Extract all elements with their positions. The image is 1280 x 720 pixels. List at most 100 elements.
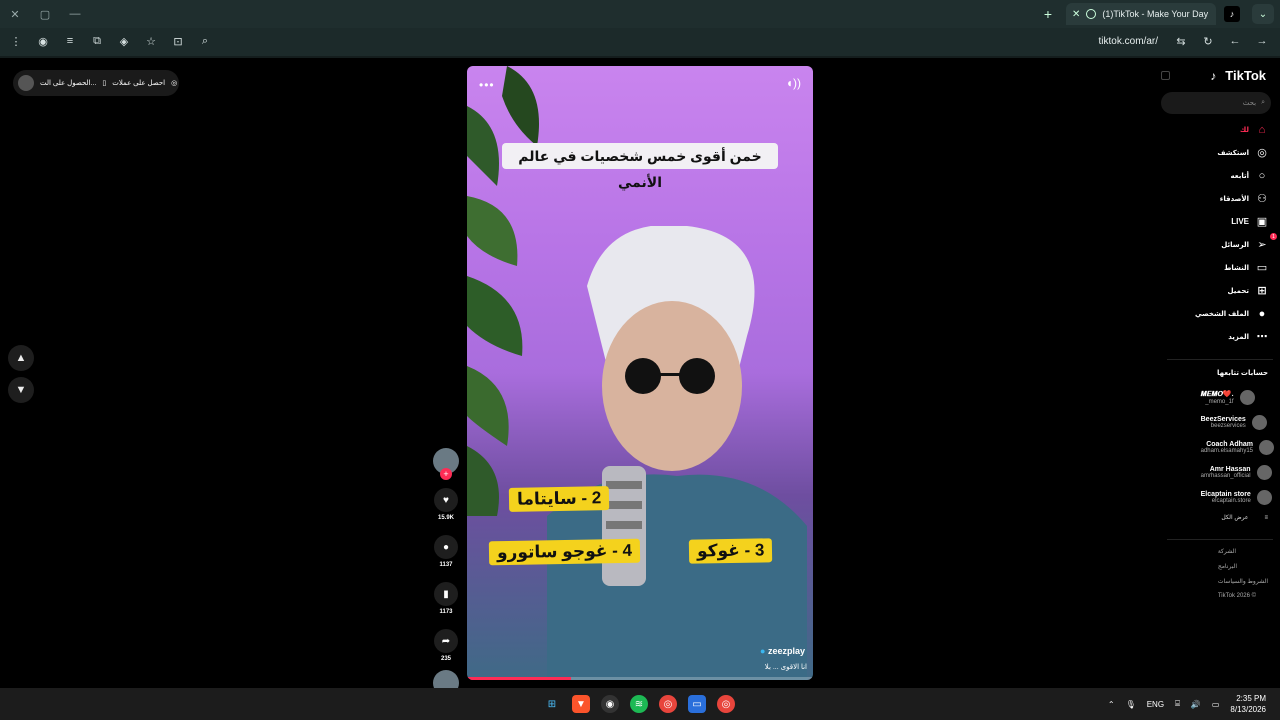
share-arrow-icon[interactable]: ➦	[434, 629, 458, 653]
promo-right-text[interactable]: احصل على عملات	[112, 79, 165, 87]
avatar	[1259, 440, 1274, 455]
video-more-icon[interactable]: •••	[479, 78, 495, 92]
chrome-icon[interactable]: ◎	[659, 695, 677, 713]
search-icon[interactable]: ⌕	[1261, 99, 1265, 107]
compass-icon: ◎	[1257, 147, 1267, 159]
following-item[interactable]: Amr Hassan amrhassan_official	[1201, 463, 1274, 482]
upload-icon: ⊞	[1257, 285, 1267, 297]
show-all-label[interactable]: عرض الكل	[1221, 514, 1248, 521]
sidebar-item-label: الأصدقاء	[1219, 195, 1249, 203]
extensions-icon[interactable]: ⧉	[89, 33, 105, 49]
sidebar-item-label: تحميل	[1227, 287, 1249, 295]
media-control-icon[interactable]: ≡	[62, 33, 78, 49]
sidebar-menu: ⌂ لك ◎ استكشف ○ أتابعه ⚇ الأصدقاء ▣ LIVE ➢ الرسائل ▭…	[1195, 122, 1269, 344]
following-item[interactable]: BeezServices beezservices	[1201, 413, 1274, 432]
battery-icon[interactable]: ▭	[1212, 700, 1220, 709]
tiktok-logo[interactable]: ♪ TikTok	[1210, 68, 1266, 83]
reload-icon[interactable]: ↻	[1200, 33, 1216, 49]
extension-badge-icon[interactable]: ◈	[116, 33, 132, 49]
next-video-button[interactable]: ▼	[8, 377, 34, 403]
following-names: 𝑴𝑬𝑴𝑶❤️. _memo_1f	[1201, 390, 1234, 405]
chrome-profile-icon[interactable]: ◎	[717, 695, 735, 713]
sidebar-item-home[interactable]: ⌂ لك	[1240, 122, 1269, 137]
install-app-icon[interactable]: ⊡	[170, 33, 186, 49]
address-bar[interactable]: tiktok.com/ar/	[1099, 36, 1158, 47]
spotify-icon[interactable]: ≋	[630, 695, 648, 713]
author-name[interactable]: zeezplay	[768, 646, 805, 656]
brave-browser-icon[interactable]: ▼	[572, 695, 590, 713]
activity-icon: ▭	[1256, 262, 1268, 274]
bookmark-icon[interactable]: ▮	[434, 582, 458, 606]
person-figure	[547, 226, 807, 680]
video-progress-fill	[467, 677, 571, 680]
microphone-icon[interactable]: 🎙	[1126, 700, 1136, 709]
following-item[interactable]: Coach Adham adham.elsamahy15	[1201, 438, 1274, 457]
following-item[interactable]: 𝑴𝑬𝑴𝑶❤️. _memo_1f	[1201, 388, 1274, 407]
show-all-button[interactable]: ≡ عرض الكل	[1221, 514, 1268, 522]
following-item[interactable]: Elcaptain store elcaptain.store	[1201, 488, 1274, 507]
video-player[interactable]: خمن أقوى خمس شخصيات في عالم الأنمي 2 - س…	[467, 66, 813, 680]
bookmark-star-icon[interactable]: ☆	[143, 33, 159, 49]
video-author[interactable]: ● zeezplay	[760, 646, 805, 656]
creator-avatar[interactable]: +	[433, 448, 459, 480]
tab-search-chevron-icon[interactable]: ⌄	[1252, 4, 1274, 24]
profile-icon[interactable]: ◉	[35, 33, 51, 49]
following-username: beezservices	[1210, 423, 1246, 429]
language-indicator[interactable]: ENG	[1147, 700, 1164, 709]
sidebar-divider	[1167, 359, 1273, 360]
sidebar-item-send[interactable]: ➢ الرسائل	[1221, 237, 1269, 252]
following-names: Amr Hassan amrhassan_official	[1201, 466, 1251, 479]
minimize-icon[interactable]: —	[60, 0, 90, 28]
home-icon: ⌂	[1258, 123, 1266, 136]
back-icon[interactable]: →	[1254, 33, 1270, 49]
windows-taskbar: ⊞ ▼ ◉ ≋ ◎ ▭ ◎ ⌃ 🎙 ENG ⌸ 🔊 ▭ 2:35 PM 8/13…	[0, 688, 1280, 720]
sidebar-item-live[interactable]: ▣ LIVE	[1231, 214, 1269, 229]
sidebar-item-profile[interactable]: ● الملف الشخصي	[1195, 306, 1269, 321]
footer-link[interactable]: البرنامج	[1218, 563, 1237, 570]
like-heart-icon[interactable]: ♥	[434, 488, 458, 512]
file-explorer-icon[interactable]: ▭	[688, 695, 706, 713]
sidebar-item-friends[interactable]: ⚇ الأصدقاء	[1220, 191, 1269, 206]
sidebar-item-compass[interactable]: ◎ استكشف	[1217, 145, 1269, 160]
action-rail: + ♥ 15.9K ● 1137 ▮ 1173 ➦ 235	[432, 448, 460, 696]
tray-chevron-icon[interactable]: ⌃	[1108, 700, 1115, 709]
sidebar-item-activity[interactable]: ▭ النشاط	[1224, 260, 1269, 275]
avatar	[1256, 490, 1272, 505]
live-icon: ▣	[1256, 216, 1268, 228]
promo-pill[interactable]: الحصول على الت... ▯ احصل على عملات ◎	[13, 70, 179, 96]
collapse-sidebar-icon[interactable]	[1161, 71, 1170, 80]
clock[interactable]: 2:35 PM 8/13/2026	[1230, 693, 1266, 715]
volume-icon[interactable]: 🔊	[1191, 700, 1201, 709]
search-input[interactable]: ⌕ بحث	[1161, 92, 1271, 114]
site-settings-icon[interactable]: ⇆	[1173, 33, 1189, 49]
comment-icon[interactable]: ●	[434, 535, 458, 559]
window-tab-icon[interactable]: ▢	[30, 0, 60, 28]
video-progress-bar[interactable]	[467, 677, 813, 680]
new-tab-button[interactable]: +	[1038, 6, 1058, 22]
close-tab-icon[interactable]: ✕	[1072, 9, 1080, 20]
obs-icon[interactable]: ◉	[601, 695, 619, 713]
footer-link[interactable]: © 2026 TikTok	[1218, 593, 1256, 599]
promo-left-text[interactable]: الحصول على الت...	[40, 79, 96, 87]
sidebar-item-following[interactable]: ○ أتابعه	[1231, 168, 1269, 183]
footer-link[interactable]: الشركة	[1218, 548, 1236, 555]
menu-dots-icon[interactable]: ⋮	[8, 33, 24, 49]
sidebar-item-more[interactable]: ⋯ المزيد	[1228, 329, 1269, 344]
close-window-icon[interactable]: ✕	[0, 0, 30, 28]
footer-link[interactable]: الشروط والسياسات	[1218, 578, 1268, 585]
friends-icon: ⚇	[1257, 193, 1267, 205]
zoom-icon[interactable]: ⌕	[197, 33, 213, 49]
windows-start-icon[interactable]: ⊞	[543, 695, 561, 713]
avatar	[1251, 415, 1267, 430]
video-description[interactable]: انا الاقوى ... بلا	[765, 663, 807, 671]
follow-plus-icon[interactable]: +	[440, 468, 452, 480]
tab-tiktok[interactable]: ✕ (1)TikTok - Make Your Day	[1066, 3, 1216, 25]
save-count: 1173	[439, 609, 453, 615]
previous-video-button[interactable]: ▲	[8, 345, 34, 371]
sound-icon[interactable]: ◖))	[786, 76, 801, 90]
forward-icon[interactable]: ←	[1227, 33, 1243, 49]
coin-icon: ◎	[171, 80, 178, 87]
sidebar-item-upload[interactable]: ⊞ تحميل	[1228, 283, 1269, 298]
list-icon: ≡	[1264, 514, 1268, 521]
network-icon[interactable]: ⌸	[1175, 699, 1180, 709]
